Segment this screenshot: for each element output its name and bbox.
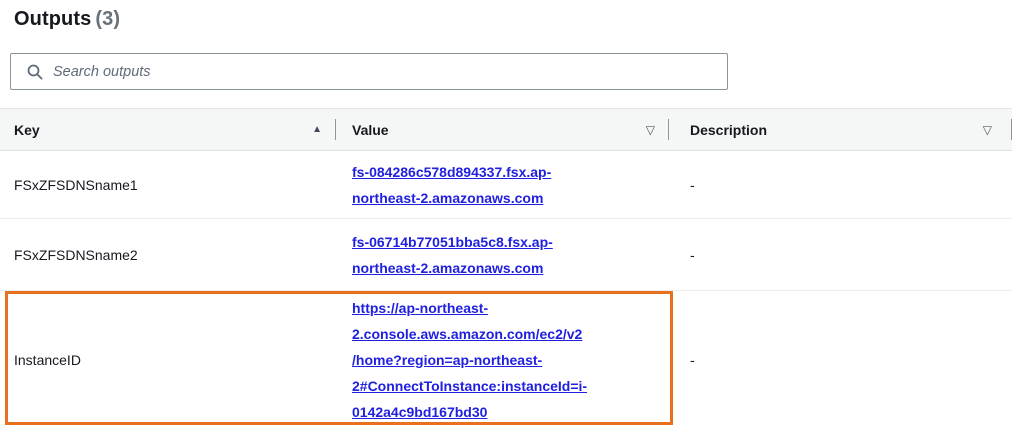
search-input[interactable] [51, 62, 717, 81]
sort-ascending-icon[interactable]: ▲ [312, 124, 322, 135]
outputs-panel: Outputs(3) Key ▲ Value [0, 0, 1012, 432]
sort-unsorted-icon[interactable]: ▽ [646, 124, 655, 136]
column-header-description[interactable]: Description ▽ [669, 108, 1012, 151]
column-header-value[interactable]: Value ▽ [336, 108, 669, 151]
table-row: FSxZFSDNSname1 fs-084286c578d894337.fsx.… [0, 151, 1012, 219]
table-row: InstanceID https://ap-northeast- 2.conso… [0, 290, 1012, 429]
output-key: FSxZFSDNSname1 [14, 176, 138, 193]
sort-unsorted-icon[interactable]: ▽ [983, 124, 992, 136]
output-value-link[interactable]: fs-06714b77051bba5c8.fsx.ap- northeast-2… [352, 229, 553, 281]
column-label-key: Key [14, 121, 40, 138]
page-title: Outputs (3) [14, 8, 120, 31]
table-row: FSxZFSDNSname2 fs-06714b77051bba5c8.fsx.… [0, 218, 1012, 291]
output-key: FSxZFSDNSname2 [0, 218, 336, 291]
output-value-link[interactable]: https://ap-northeast- 2.console.aws.amaz… [352, 295, 587, 425]
output-key: InstanceID [0, 290, 336, 429]
output-description: - [690, 176, 695, 193]
column-label-value: Value [352, 121, 389, 138]
table-header-row: Key ▲ Value ▽ Description ▽ [0, 108, 1012, 151]
column-label-description: Description [690, 121, 768, 138]
outputs-title: Outputs [14, 8, 92, 30]
output-description: - [669, 218, 1012, 291]
outputs-table: Key ▲ Value ▽ Description ▽ FSxZFSDNSnam… [0, 108, 1012, 429]
output-description: - [669, 290, 1012, 429]
column-header-key[interactable]: Key ▲ [0, 108, 336, 151]
search-icon [27, 64, 43, 80]
output-value-link[interactable]: fs-084286c578d894337.fsx.ap- northeast-2… [352, 159, 551, 211]
outputs-count: (3) [95, 8, 121, 30]
search-box[interactable] [10, 53, 728, 90]
